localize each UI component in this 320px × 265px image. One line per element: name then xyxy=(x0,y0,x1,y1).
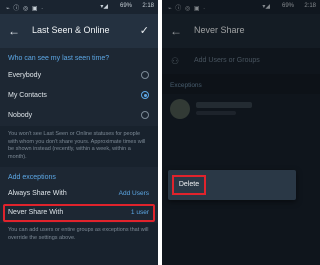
checkmark-icon[interactable]: ✓ xyxy=(140,24,149,37)
never-share-row[interactable]: Never Share With 1 user xyxy=(0,204,158,223)
status-bar: ⌁ ⓘ ◎ ▣ · ▾◢ 69% 2:18 xyxy=(0,0,158,14)
option-label: My Contacts xyxy=(8,92,47,99)
visibility-question: Who can see my last seen time? xyxy=(8,55,110,62)
notification-icons: ⌁ ⓘ ◎ ▣ · xyxy=(6,6,45,12)
privacy-hint: You won't see Last Seen or Online status… xyxy=(0,126,158,167)
signal-icon: ▾◢ xyxy=(100,4,108,10)
always-share-label: Always Share With xyxy=(8,190,67,197)
never-share-value[interactable]: 1 user xyxy=(131,209,149,216)
delete-menu-item[interactable]: Delete xyxy=(172,175,206,195)
dim-overlay xyxy=(162,0,320,265)
clock: 2:18 xyxy=(142,3,154,9)
app-bar: ← Last Seen & Online ✓ xyxy=(0,14,158,48)
option-label: Everybody xyxy=(8,72,42,79)
option-nobody[interactable]: Nobody xyxy=(0,106,158,126)
radio-button[interactable] xyxy=(141,71,149,79)
radio-button[interactable] xyxy=(141,111,149,119)
back-arrow-icon[interactable]: ← xyxy=(8,24,20,38)
battery-level: 69% xyxy=(119,3,132,9)
exceptions-header: Add exceptions xyxy=(8,174,56,181)
context-menu: Delete xyxy=(168,170,296,200)
radio-button-selected[interactable] xyxy=(141,91,149,99)
option-everybody[interactable]: Everybody xyxy=(0,66,158,86)
always-share-row[interactable]: Always Share With Add Users xyxy=(0,185,158,204)
page-title: Last Seen & Online xyxy=(32,25,110,35)
option-my-contacts[interactable]: My Contacts xyxy=(0,86,158,106)
option-label: Nobody xyxy=(8,112,33,119)
always-share-value[interactable]: Add Users xyxy=(119,190,149,197)
never-share-label: Never Share With xyxy=(8,209,64,216)
last-seen-screen: ⌁ ⓘ ◎ ▣ · ▾◢ 69% 2:18 ← Last Seen & Onli… xyxy=(0,0,158,265)
exceptions-note: You can add users or entire groups as ex… xyxy=(0,223,158,265)
never-share-screen: ⌁ ⓘ ◎ ▣ · ▾◢ 69% 2:18 ← Never Share ⚇ Ad… xyxy=(162,0,320,265)
